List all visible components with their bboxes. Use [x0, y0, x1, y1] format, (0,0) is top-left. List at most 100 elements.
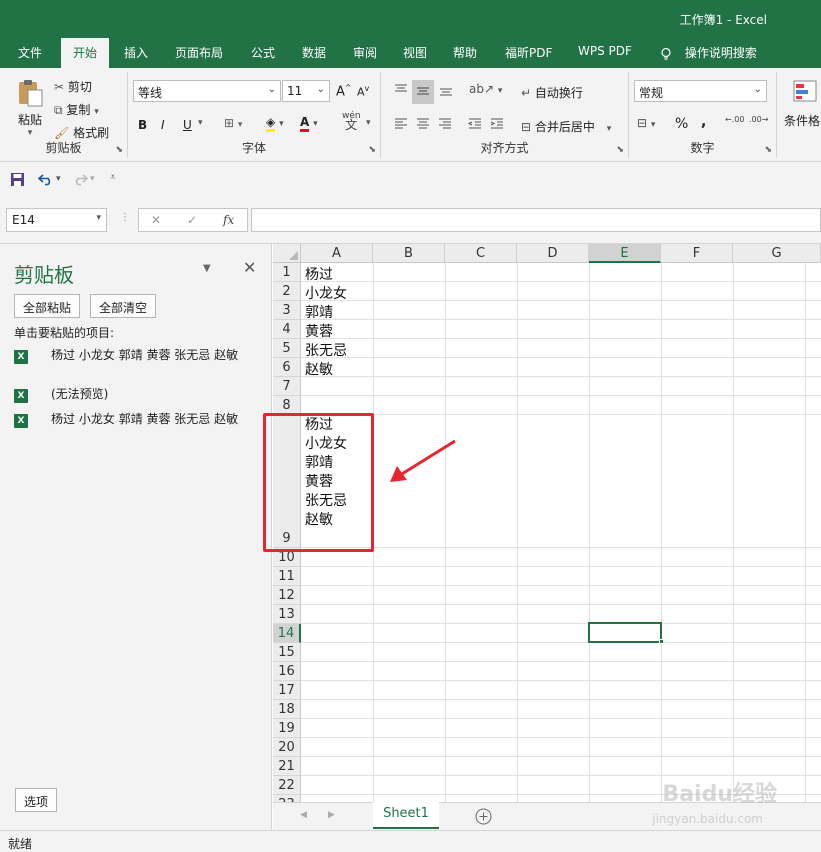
- row-header-5[interactable]: 5: [273, 339, 301, 358]
- row-header-19[interactable]: 19: [273, 719, 301, 738]
- wrap-text-button[interactable]: ↵ 自动换行: [521, 84, 583, 101]
- phonetic-dropdown-icon[interactable]: ▾: [366, 118, 371, 128]
- tab-data[interactable]: 数据: [302, 44, 326, 61]
- insert-function-icon[interactable]: fx: [223, 213, 234, 227]
- active-cell-e14[interactable]: [588, 622, 662, 643]
- column-header-e[interactable]: E: [589, 244, 661, 263]
- enter-icon[interactable]: ✓: [187, 213, 197, 227]
- increase-decimal-button[interactable]: ←.00: [725, 116, 744, 124]
- number-launcher-icon[interactable]: ⬊: [764, 145, 772, 155]
- percent-button[interactable]: %: [675, 116, 688, 132]
- row-header-3[interactable]: 3: [273, 301, 301, 320]
- cell-a2[interactable]: 小龙女: [305, 283, 347, 303]
- bold-button[interactable]: B: [138, 118, 147, 132]
- row-header-12[interactable]: 12: [273, 586, 301, 605]
- clipboard-item[interactable]: X (无法预览): [14, 387, 264, 407]
- row-header-23[interactable]: 23: [273, 795, 301, 802]
- paste-all-button[interactable]: 全部粘贴: [14, 294, 81, 318]
- clipboard-item[interactable]: X 杨过 小龙女 郭靖 黄蓉 张无忌 赵敏: [14, 412, 264, 446]
- cancel-icon[interactable]: ✕: [151, 213, 161, 227]
- orientation-button[interactable]: ab↗ ▾: [469, 82, 502, 96]
- font-size-combo[interactable]: 11 ⌄: [282, 80, 330, 102]
- row-header-14[interactable]: 14: [273, 624, 301, 643]
- font-name-combo[interactable]: 等线 ⌄: [133, 80, 281, 102]
- row-header-18[interactable]: 18: [273, 700, 301, 719]
- tab-foxit-pdf[interactable]: 福昕PDF: [505, 44, 552, 61]
- align-top-icon[interactable]: [393, 82, 409, 98]
- copy-button[interactable]: ⧉ 复制 ▾: [54, 101, 99, 118]
- align-right-icon[interactable]: [437, 116, 453, 132]
- number-format-combo[interactable]: 常规 ⌄: [634, 80, 767, 102]
- name-box[interactable]: E14 ▾: [6, 208, 107, 232]
- tab-help[interactable]: 帮助: [453, 44, 477, 61]
- cell-a5[interactable]: 张无忌: [305, 340, 347, 360]
- decrease-indent-icon[interactable]: [467, 116, 483, 132]
- align-middle-button[interactable]: [412, 80, 434, 104]
- cut-button[interactable]: ✂ 剪切: [54, 78, 92, 95]
- save-icon[interactable]: [10, 172, 25, 187]
- align-center-icon[interactable]: [415, 116, 431, 132]
- row-header-2[interactable]: 2: [273, 282, 301, 301]
- align-bottom-icon[interactable]: [438, 82, 454, 98]
- tab-insert[interactable]: 插入: [124, 44, 148, 61]
- tab-page-layout[interactable]: 页面布局: [175, 44, 223, 61]
- paste-button[interactable]: 粘贴 ▾: [12, 78, 48, 138]
- fill-color-button[interactable]: ◈ ▾: [266, 115, 284, 132]
- row-header-7[interactable]: 7: [273, 377, 301, 396]
- tab-home[interactable]: 开始: [61, 38, 110, 69]
- merge-center-button[interactable]: ⊟ 合并后居中 ▾: [521, 118, 611, 135]
- row-header-21[interactable]: 21: [273, 757, 301, 776]
- row-header-1[interactable]: 1: [273, 263, 301, 282]
- grow-font-button[interactable]: A^: [336, 83, 352, 99]
- decrease-decimal-button[interactable]: .00→: [749, 116, 768, 124]
- cell-a6[interactable]: 赵敏: [305, 359, 333, 379]
- conditional-format-icon[interactable]: [792, 78, 818, 104]
- cell-a4[interactable]: 黄蓉: [305, 321, 333, 341]
- tab-review[interactable]: 审阅: [353, 44, 377, 61]
- formula-input[interactable]: [251, 208, 821, 232]
- row-header-15[interactable]: 15: [273, 643, 301, 662]
- tab-view[interactable]: 视图: [403, 44, 427, 61]
- sheet-tab-sheet1[interactable]: Sheet1: [373, 802, 439, 829]
- tell-me-search[interactable]: 操作说明搜索: [659, 44, 757, 61]
- row-header-17[interactable]: 17: [273, 681, 301, 700]
- accounting-format-button[interactable]: ⊟ ▾: [637, 116, 655, 130]
- shrink-font-button[interactable]: Av: [357, 84, 369, 99]
- column-header-d[interactable]: D: [517, 244, 589, 263]
- conditional-format-label[interactable]: 条件格: [784, 112, 820, 129]
- clear-all-button[interactable]: 全部清空: [90, 294, 157, 318]
- add-sheet-icon[interactable]: [475, 808, 492, 825]
- column-header-g[interactable]: G: [733, 244, 821, 263]
- undo-icon[interactable]: [38, 172, 54, 186]
- fill-handle[interactable]: [659, 639, 664, 644]
- underline-dropdown-icon[interactable]: ▾: [198, 118, 203, 128]
- font-launcher-icon[interactable]: ⬊: [368, 145, 376, 155]
- row-header-13[interactable]: 13: [273, 605, 301, 624]
- alignment-launcher-icon[interactable]: ⬊: [616, 145, 624, 155]
- column-header-c[interactable]: C: [445, 244, 517, 263]
- cell-a3[interactable]: 郭靖: [305, 302, 333, 322]
- cell-a1[interactable]: 杨过: [305, 264, 333, 284]
- clipboard-item[interactable]: X 杨过 小龙女 郭靖 黄蓉 张无忌 赵敏: [14, 348, 264, 382]
- align-left-icon[interactable]: [393, 116, 409, 132]
- redo-dropdown-icon[interactable]: ▾: [90, 174, 95, 184]
- row-header-22[interactable]: 22: [273, 776, 301, 795]
- row-header-4[interactable]: 4: [273, 320, 301, 339]
- select-all-corner[interactable]: [273, 244, 301, 263]
- customize-qat-icon[interactable]: ⩡: [110, 172, 116, 183]
- tab-file[interactable]: 文件: [18, 44, 42, 61]
- comma-button[interactable]: ,: [701, 114, 706, 130]
- row-header-11[interactable]: 11: [273, 567, 301, 586]
- sheet-scroll-right-icon[interactable]: ▶: [328, 810, 335, 820]
- row-header-16[interactable]: 16: [273, 662, 301, 681]
- border-button[interactable]: ⊞ ▾: [224, 116, 242, 130]
- column-header-a[interactable]: A: [301, 244, 373, 263]
- pane-options-dropdown-icon[interactable]: ▼: [203, 263, 211, 274]
- font-color-button[interactable]: A ▾: [300, 115, 318, 132]
- column-header-f[interactable]: F: [661, 244, 733, 263]
- clipboard-launcher-icon[interactable]: ⬊: [115, 145, 123, 155]
- name-box-dropdown-icon[interactable]: ▾: [96, 213, 101, 223]
- tab-wps-pdf[interactable]: WPS PDF: [578, 44, 632, 58]
- undo-dropdown-icon[interactable]: ▾: [56, 174, 61, 184]
- column-header-b[interactable]: B: [373, 244, 445, 263]
